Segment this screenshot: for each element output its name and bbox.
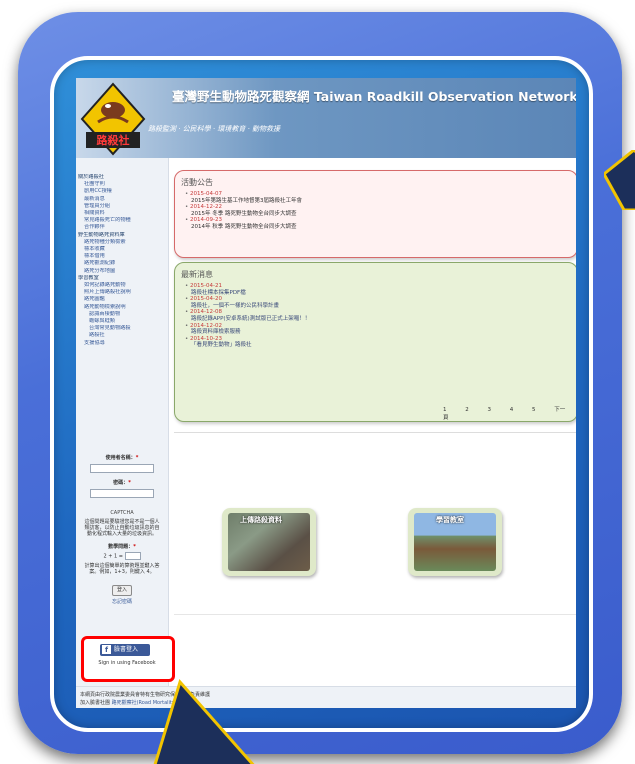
facebook-login-button[interactable]: f 臉書登入 — [100, 644, 150, 656]
pager-link[interactable]: 5 — [532, 407, 536, 413]
nav-item[interactable]: 野生動物路死資料庫 — [78, 232, 168, 239]
nav-item[interactable]: 標本借用 — [78, 253, 168, 260]
nav-item[interactable]: 台灣常見動物路殺 — [78, 325, 168, 332]
callout-arrow-up-icon — [153, 678, 255, 764]
upload-tile-label: 上傳路殺資料 — [240, 516, 282, 524]
news-link[interactable]: 路殺社標本採集PDF檔 — [185, 290, 310, 297]
announcements-title: 活動公告 — [181, 178, 213, 187]
sidebar-nav: 關於路殺社 社團守則 創用CC授權 最新消息 管理員分組 相關資料 常見路殺死亡… — [76, 158, 168, 347]
nav-item[interactable]: 最新消息 — [78, 196, 168, 203]
facebook-icon: f — [102, 645, 111, 654]
main-content: 活動公告 2015-04-07 2015年第路生基工作地督第3屆路殺社工年會 2… — [172, 158, 576, 684]
announcement-date: 2014-12-22 — [185, 204, 302, 211]
nav-item[interactable]: 路死圖鑑 — [78, 296, 168, 303]
facebook-login-highlight: f 臉書登入 Sign in using Facebook — [81, 636, 175, 682]
news-date: 2015-04-20 — [185, 296, 310, 303]
nav-item[interactable]: 照片上傳路殺社說明 — [78, 289, 168, 296]
password-input[interactable] — [90, 489, 154, 498]
pager-link[interactable]: 1 — [443, 407, 447, 413]
pager-next-link[interactable]: 下一頁 — [443, 407, 565, 421]
sidebar: 關於路殺社 社團守則 創用CC授權 最新消息 管理員分組 相關資料 常見路殺死亡… — [76, 158, 169, 708]
nav-item[interactable]: 路死觀測紀錄 — [78, 260, 168, 267]
password-label: 密碼：* — [113, 480, 131, 486]
announcements-panel: 活動公告 2015-04-07 2015年第路生基工作地督第3屆路殺社工年會 2… — [174, 170, 576, 258]
news-link[interactable]: 路殺資料庫檢索服務 — [185, 329, 310, 336]
announcement-date: 2015-04-07 — [185, 191, 302, 198]
forgot-password-link[interactable]: 忘記密碼 — [76, 598, 168, 605]
nav-item[interactable]: 常見路殺死亡的物種 — [78, 217, 168, 224]
callout-arrow-right-icon — [604, 150, 635, 210]
announcement-date: 2014-09-23 — [185, 217, 302, 224]
news-date: 2014-12-08 — [185, 309, 310, 316]
captcha-title: CAPTCHA — [110, 510, 134, 516]
nav-item[interactable]: 如何記錄路死動物 — [78, 282, 168, 289]
pager-link[interactable]: 2 — [465, 407, 469, 413]
content-divider — [174, 432, 576, 433]
news-pager: 1 2 3 4 5 下一頁 — [443, 405, 576, 421]
classroom-tile-label: 學習教室 — [436, 516, 464, 524]
nav-item[interactable]: 支援協尋 — [78, 340, 168, 347]
nav-item[interactable]: 蟾蜍與蛙類 — [78, 318, 168, 325]
announcement-link[interactable]: 2015年 冬季 路死野生動物全台同步大調查 — [185, 211, 302, 218]
nav-item[interactable]: 合作夥伴 — [78, 224, 168, 231]
learning-classroom-tile[interactable]: 學習教室 — [408, 508, 502, 576]
news-link[interactable]: 路殺記錄APP(安卓系統)測試版已正式上架囉！！ — [185, 316, 310, 323]
announcement-link[interactable]: 2014年 秋季 路死野生動物全台同步大調查 — [185, 224, 302, 231]
nav-item[interactable]: 學習教室 — [78, 275, 168, 282]
news-link[interactable]: 路殺社，一個不一樣的公民科學計畫 — [185, 303, 310, 310]
announcement-link[interactable]: 2015年第路生基工作地督第3屆路殺社工年會 — [185, 198, 302, 205]
upload-data-tile[interactable]: 上傳路殺資料 — [222, 508, 316, 576]
announcements-list: 2015-04-07 2015年第路生基工作地督第3屆路殺社工年會 2014-1… — [185, 191, 302, 231]
math-question-label: 數學問題：* — [108, 544, 136, 550]
nav-item[interactable]: 路死物種分類檢索 — [78, 239, 168, 246]
news-panel: 最新消息 2015-04-21 路殺社標本採集PDF檔 2015-04-20 路… — [174, 262, 576, 422]
news-link[interactable]: 「看見野生動物」路殺社 — [185, 342, 310, 349]
site-subtitle: 路殺監測 · 公民科學 · 環境教育 · 動物救援 — [148, 125, 281, 133]
username-label: 使用者名稱：* — [105, 455, 139, 461]
nav-item[interactable]: 路殺社 — [78, 332, 168, 339]
nav-item[interactable]: 路死動物檢索說明 — [78, 304, 168, 311]
news-title: 最新消息 — [181, 270, 213, 279]
captcha-description: 這個問題是要驗證您是不是一個人類訪客，以防止自動垃圾訊息的自動化程式輸入大量的垃… — [84, 519, 160, 537]
logo-text: 路殺社 — [97, 133, 130, 147]
nav-item[interactable]: 社團守則 — [78, 181, 168, 188]
math-description: 計算出這個簡單的算術題並鍵入答案。例如，1+3，則鍵入 4。 — [84, 563, 160, 575]
roadkill-logo-icon[interactable]: 路殺社 — [80, 82, 146, 156]
math-answer-input[interactable] — [124, 552, 141, 560]
login-form: 使用者名稱：* 密碼：* CAPTCHA 這個問題是要驗證您是不是一個人類訪客，… — [76, 448, 168, 605]
site-header: 路殺社 臺灣野生動物路死觀察網 Taiwan Roadkill Observat… — [76, 78, 576, 158]
username-input[interactable] — [90, 464, 154, 473]
nav-item[interactable]: 管理員分組 — [78, 203, 168, 210]
nav-item[interactable]: 相關資料 — [78, 210, 168, 217]
website-screenshot: 路殺社 臺灣野生動物路死觀察網 Taiwan Roadkill Observat… — [76, 78, 576, 708]
facebook-signin-text[interactable]: Sign in using Facebook — [87, 660, 167, 666]
nav-item[interactable]: 路死分布地圖 — [78, 268, 168, 275]
pager-link[interactable]: 4 — [510, 407, 514, 413]
nav-item[interactable]: 標本收藏 — [78, 246, 168, 253]
nav-item[interactable]: 關於路殺社 — [78, 174, 168, 181]
nav-item[interactable]: 創用CC授權 — [78, 188, 168, 195]
pager-link[interactable]: 3 — [488, 407, 492, 413]
nav-item[interactable]: 認識兩棲動物 — [78, 311, 168, 318]
login-button[interactable]: 登入 — [112, 585, 132, 596]
slide: 路殺社 臺灣野生動物路死觀察網 Taiwan Roadkill Observat… — [0, 0, 635, 764]
content-lower-divider — [174, 614, 576, 615]
site-title: 臺灣野生動物路死觀察網 Taiwan Roadkill Observation … — [172, 89, 576, 104]
news-list: 2015-04-21 路殺社標本採集PDF檔 2015-04-20 路殺社，一個… — [185, 283, 310, 349]
math-question-row: 2 + 1 = — [76, 552, 168, 560]
news-date: 2015-04-21 — [185, 283, 310, 290]
